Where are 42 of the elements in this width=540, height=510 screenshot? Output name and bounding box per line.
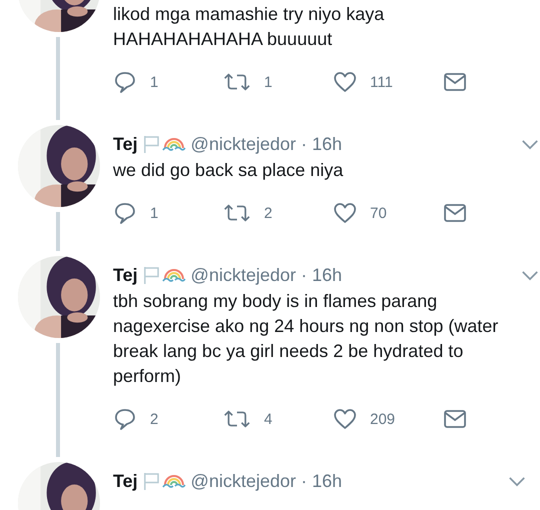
heart-icon[interactable] xyxy=(333,407,357,431)
user-handle[interactable]: @nicktejedor xyxy=(190,134,296,154)
separator: · xyxy=(301,264,307,286)
rainbow-icon xyxy=(162,267,186,283)
user-name[interactable]: Tej xyxy=(113,470,138,492)
tweet-text: likod mga mamashie try niyo kaya HAHAHAHAHAHA buuuuut xyxy=(113,3,386,51)
reply-icon[interactable] xyxy=(113,407,137,431)
reply-icon[interactable] xyxy=(113,70,137,94)
timestamp[interactable]: 16h xyxy=(312,470,342,492)
reply-count: 1 xyxy=(150,204,158,222)
heart-icon[interactable] xyxy=(333,70,357,94)
reply-count: 2 xyxy=(150,410,158,428)
separator: · xyxy=(301,470,307,492)
caret-icon[interactable] xyxy=(508,476,526,486)
user-handle[interactable]: @nicktejedor xyxy=(190,264,296,286)
flag-icon xyxy=(142,266,160,284)
tweet-text: we did go back sa place niya xyxy=(113,159,344,182)
like-count: 70 xyxy=(370,204,387,222)
user-handle[interactable]: @nicktejedor xyxy=(190,470,296,492)
flag-icon xyxy=(142,472,160,490)
retweet-count: 4 xyxy=(264,410,272,428)
caret-icon[interactable] xyxy=(521,138,539,150)
rainbow-icon xyxy=(162,473,186,489)
rainbow-icon xyxy=(162,136,186,152)
caret-icon[interactable] xyxy=(521,270,539,280)
timestamp[interactable]: 16h xyxy=(312,134,342,154)
retweet-count: 1 xyxy=(264,74,272,90)
like-count: 111 xyxy=(370,74,393,90)
timestamp[interactable]: 16h xyxy=(312,264,342,286)
flag-icon xyxy=(142,134,160,154)
mail-icon[interactable] xyxy=(443,70,467,94)
reply-icon[interactable] xyxy=(113,201,137,225)
reply-count: 1 xyxy=(150,74,158,90)
separator: · xyxy=(301,134,307,154)
mail-icon[interactable] xyxy=(443,407,467,431)
like-count: 209 xyxy=(370,410,396,428)
user-name[interactable]: Tej xyxy=(113,134,138,154)
mail-icon[interactable] xyxy=(443,201,467,225)
tweet-text: tbh sobrang my body is in flames parang nagexercise ako ng 24 hours ng non stop (water break lang bc ya girl needs 2 be hydrated to perform) xyxy=(113,290,500,388)
retweet-count: 2 xyxy=(264,204,272,222)
user-name[interactable]: Tej xyxy=(113,264,138,286)
heart-icon[interactable] xyxy=(333,201,357,225)
